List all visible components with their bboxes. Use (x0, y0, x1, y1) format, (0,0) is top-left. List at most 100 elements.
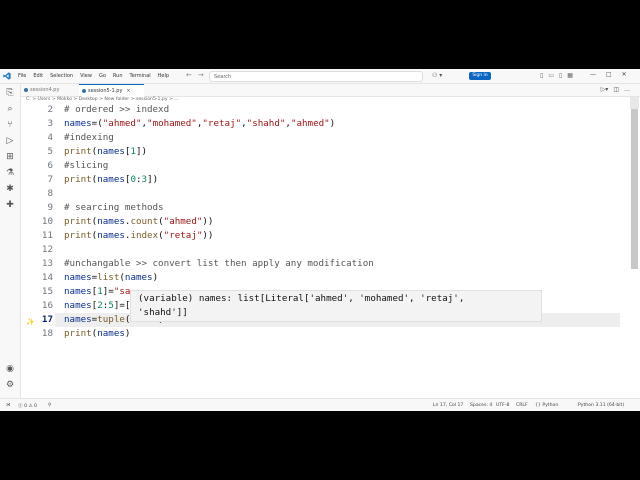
command-search-box[interactable]: Search (209, 71, 423, 82)
line-number: 2 (47, 104, 53, 115)
source-control-icon[interactable]: ⑂ (5, 120, 15, 130)
run-file-icon[interactable]: ▷▾ (601, 86, 609, 93)
menu-edit[interactable]: Edit (33, 73, 43, 79)
toggle-sidebar-icon[interactable]: ▯ (540, 72, 543, 79)
line-number: 6 (47, 160, 53, 171)
extensions-icon[interactable]: ⊞ (5, 152, 15, 162)
close-tab-icon[interactable]: × (126, 88, 130, 94)
tab-session5-1[interactable]: session5-1.py × (79, 84, 144, 97)
python-interpreter[interactable]: Python 3.11 (64-bit) (578, 403, 624, 408)
menu-go[interactable]: Go (99, 73, 106, 79)
code-token: ) (152, 272, 159, 283)
run-debug-icon[interactable]: ▷ (5, 136, 15, 146)
code-editor[interactable]: 2 # ordered >> indexd 3 names=("ahmed","moh… (21, 103, 630, 398)
toggle-secondary-sidebar-icon[interactable]: ▯ (559, 72, 562, 79)
line-number: 18 (41, 328, 53, 339)
breadcrumb[interactable]: C: > Users > Mokko > Desktop > New folde… (26, 97, 179, 102)
code-text: # searcing methods (64, 201, 164, 215)
tab-session4[interactable]: session4.py (21, 84, 79, 96)
menu-view[interactable]: View (80, 73, 92, 79)
explorer-icon[interactable]: ⎘ (5, 88, 15, 98)
close-window-icon[interactable]: ✕ (622, 71, 627, 78)
hover-line-1: (variable) names: list[Literal['ahmed', … (138, 293, 465, 304)
copilot-icon[interactable]: ⚇ ▾ (432, 72, 442, 79)
account-icon[interactable]: ◉ (5, 364, 15, 374)
status-bar: ⋊ ⓧ 0 ⚠ 0 ⚲ Ln 17, Col 17 Spaces: 4 UTF-… (0, 398, 640, 411)
code-line[interactable]: 3 names=("ahmed","mohamed","retaj","shahd… (21, 117, 621, 131)
minimize-icon[interactable]: — (590, 71, 596, 78)
code-line[interactable]: 14 names=list(names) (21, 271, 621, 285)
code-token: list (97, 272, 120, 283)
maximize-icon[interactable]: □ (606, 71, 612, 78)
forward-arrow-icon[interactable]: → (198, 71, 204, 79)
remote-indicator-icon[interactable]: ⋊ (6, 403, 11, 408)
line-number: 14 (41, 272, 53, 283)
code-line[interactable]: 5 print(names[1]) (21, 145, 621, 159)
code-token: # searcing methods (64, 202, 164, 213)
toggle-panel-icon[interactable]: ▭ (548, 72, 554, 79)
code-token: print (64, 328, 92, 339)
code-token: names (97, 146, 125, 157)
split-editor-icon[interactable]: ◫ (613, 86, 619, 93)
code-line[interactable]: 9 # searcing methods (21, 201, 621, 215)
code-line[interactable]: 13 #unchangable >> convert list then appl… (21, 257, 621, 271)
line-number: 9 (47, 202, 53, 213)
code-token: names (64, 314, 92, 325)
code-line[interactable]: 10 print(names.count("ahmed")) (21, 215, 621, 229)
code-text: print(names[1]) (64, 145, 147, 159)
vscode-window: File Edit Selection View Go Run Terminal Help ←… (0, 69, 640, 411)
line-number: 5 (47, 146, 53, 157)
hover-tooltip: (variable) names: list[Literal['ahmed', … (130, 290, 542, 322)
menu-help[interactable]: Help (158, 73, 169, 79)
code-line[interactable]: 8 (21, 187, 621, 201)
customize-layout-icon[interactable]: ▦ (567, 72, 573, 79)
menu-run[interactable]: Run (113, 73, 123, 79)
back-arrow-icon[interactable]: ← (186, 71, 192, 79)
code-line[interactable]: 2 # ordered >> indexd (21, 103, 621, 117)
encoding[interactable]: UTF-8 (496, 403, 509, 408)
code-token: names (97, 230, 125, 241)
vertical-scrollbar[interactable] (631, 109, 638, 269)
python-file-icon (24, 87, 28, 92)
line-number: 8 (47, 188, 53, 199)
code-line[interactable]: 4 #indexing (21, 131, 621, 145)
code-token: "shahd" (246, 118, 286, 129)
code-line[interactable]: 6 #slicing (21, 159, 621, 173)
code-token: )) (202, 216, 214, 227)
search-icon[interactable]: ⌕ (5, 104, 15, 114)
remote-explorer-icon[interactable]: ✱ (5, 184, 15, 194)
line-number: 11 (41, 230, 53, 241)
ports-icon[interactable]: ⚲ (48, 403, 51, 408)
menu-selection[interactable]: Selection (50, 73, 73, 79)
code-token: #slicing (64, 160, 109, 171)
hover-line-2: 'shahd']] (138, 307, 188, 318)
error-count: 0 (24, 404, 27, 409)
language-mode[interactable]: {} Python (535, 403, 558, 408)
search-placeholder: Search (214, 74, 232, 80)
sign-in-button[interactable]: Sign in (469, 72, 491, 80)
code-token: names (97, 174, 125, 185)
testing-icon[interactable]: ⚗ (5, 168, 15, 178)
menu-terminal[interactable]: Terminal (130, 73, 151, 79)
code-token: index (130, 230, 159, 241)
problems-indicator[interactable]: ⓧ 0 ⚠ 0 (18, 403, 37, 409)
python-file-icon (82, 88, 86, 93)
code-text: names[1]="sa (64, 285, 130, 299)
line-ending[interactable]: CRLF (516, 403, 528, 408)
code-text: print(names[0:3]) (64, 173, 158, 187)
minimap-slider[interactable] (630, 97, 639, 109)
python-icon[interactable]: ✚ (5, 200, 15, 210)
line-number: 12 (41, 244, 53, 255)
code-line[interactable]: 18 print(names) (21, 327, 621, 341)
menu-file[interactable]: File (18, 73, 26, 79)
editor-tab-bar: session4.py session5-1.py × ▷▾ ◫ … (21, 84, 640, 97)
code-line[interactable]: 12 (21, 243, 621, 257)
more-actions-icon[interactable]: … (624, 86, 630, 93)
settings-gear-icon[interactable]: ⚙ (5, 380, 15, 390)
code-line[interactable]: 7 print(names[0:3]) (21, 173, 621, 187)
cursor-position[interactable]: Ln 17, Col 17 (433, 403, 463, 408)
indentation[interactable]: Spaces: 4 (470, 403, 492, 408)
code-line[interactable]: 11 print(names.index("retaj")) (21, 229, 621, 243)
tab-label: session5-1.py (88, 88, 123, 94)
code-token: names (97, 328, 125, 339)
